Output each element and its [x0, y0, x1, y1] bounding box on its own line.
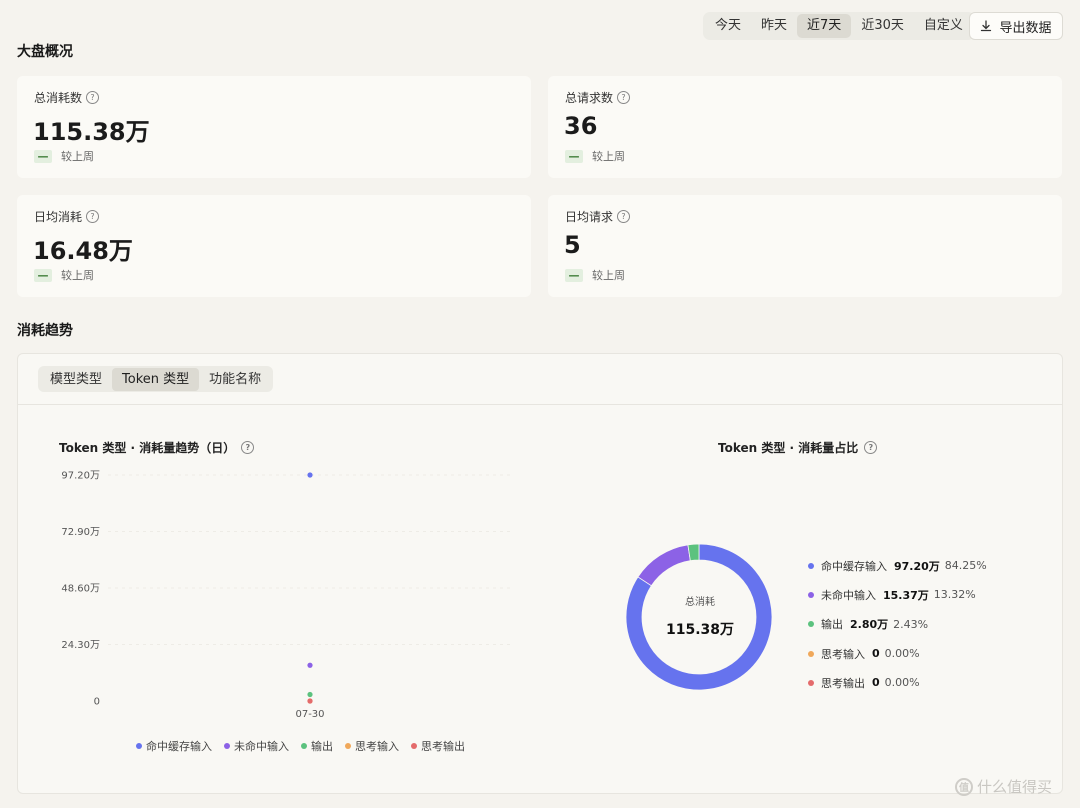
- watermark-logo-icon: 值: [955, 777, 973, 796]
- stat-card-total-requests: 总请求数? 36 — 较上周: [548, 76, 1062, 178]
- share-donut-chart: [625, 543, 773, 691]
- legend-dot-icon: [301, 743, 307, 749]
- legend-item[interactable]: 输出 2.80万 2.43%: [808, 610, 987, 639]
- legend-val: 0: [872, 647, 880, 661]
- legend-val: 97.20万: [894, 559, 940, 573]
- date-range-selector: 今天 昨天 近7天 近30天 自定义: [703, 12, 975, 40]
- legend-name: 未命中输入: [821, 588, 876, 602]
- legend-dot-icon: [808, 621, 814, 628]
- y-tick-label: 48.60万: [61, 584, 100, 595]
- legend-dot-icon: [808, 650, 814, 657]
- share-chart-legend: 命中缓存输入 97.20万 84.25% 未命中输入 15.37万 13.32% 输出 2.8…: [808, 551, 987, 697]
- legend-item[interactable]: 未命中输入: [224, 738, 289, 754]
- range-last-7-days[interactable]: 近7天: [797, 14, 852, 38]
- y-tick-label: 0: [94, 697, 100, 708]
- legend-item[interactable]: 思考输入 0 0.00%: [808, 639, 987, 668]
- legend-val: 2.80万: [850, 618, 889, 632]
- watermark-text: 什么值得买: [977, 778, 1053, 796]
- legend-name: 思考输出: [821, 676, 865, 690]
- share-chart-title-text: Token 类型 · 消耗量占比: [718, 441, 859, 455]
- legend-label: 思考输出: [421, 740, 465, 753]
- donut-center-label: 总消耗: [685, 597, 715, 608]
- legend-item[interactable]: 思考输出 0 0.00%: [808, 668, 987, 697]
- legend-item[interactable]: 命中缓存输入: [136, 738, 212, 754]
- legend-dot-icon: [808, 679, 814, 686]
- range-today[interactable]: 今天: [705, 14, 751, 38]
- donut-slice[interactable]: [687, 543, 700, 562]
- help-icon[interactable]: ?: [864, 441, 878, 454]
- export-data-label: 导出数据: [999, 20, 1052, 36]
- legend-pct: 0.00%: [884, 676, 920, 690]
- data-point[interactable]: [307, 691, 313, 698]
- watermark: 值 什么值得买: [955, 776, 1052, 797]
- legend-name: 思考输入: [821, 647, 865, 661]
- legend-item[interactable]: 未命中输入 15.37万 13.32%: [808, 580, 987, 609]
- range-yesterday[interactable]: 昨天: [751, 14, 797, 38]
- download-icon: [981, 20, 992, 32]
- legend-dot-icon: [345, 743, 351, 749]
- legend-pct: 84.25%: [944, 559, 987, 573]
- legend-item[interactable]: 思考输出: [411, 738, 465, 754]
- trend-scatter-chart: 0 24.30万 48.60万 72.90万 97.20万 07-30: [61, 471, 510, 720]
- range-custom[interactable]: 自定义: [914, 14, 973, 38]
- legend-name: 输出: [821, 618, 843, 632]
- legend-val: 15.37万: [883, 588, 929, 602]
- range-last-30-days[interactable]: 近30天: [851, 14, 914, 38]
- data-point[interactable]: [307, 662, 313, 668]
- legend-name: 命中缓存输入: [821, 559, 887, 573]
- legend-pct: 2.43%: [893, 617, 929, 631]
- legend-pct: 0.00%: [884, 647, 920, 661]
- legend-val: 0: [872, 676, 880, 690]
- legend-label: 命中缓存输入: [146, 740, 212, 753]
- data-point[interactable]: [307, 698, 313, 704]
- legend-item[interactable]: 输出: [301, 738, 333, 754]
- legend-pct: 13.32%: [933, 588, 976, 602]
- stat-card-daily-requests: 日均请求? 5 — 较上周: [548, 195, 1062, 297]
- legend-dot-icon: [808, 562, 814, 569]
- trend-chart-legend: 命中缓存输入 未命中输入 输出 思考输入 思考输出: [136, 738, 465, 754]
- data-point[interactable]: [307, 472, 313, 478]
- share-chart-title: Token 类型 · 消耗量占比 ?: [718, 439, 878, 456]
- legend-label: 输出: [311, 740, 333, 753]
- legend-dot-icon: [136, 743, 142, 749]
- x-tick-label: 07-30: [295, 709, 324, 720]
- legend-item[interactable]: 思考输入: [345, 738, 399, 754]
- y-tick-label: 72.90万: [61, 527, 100, 538]
- legend-label: 未命中输入: [234, 740, 289, 753]
- legend-item[interactable]: 命中缓存输入 97.20万 84.25%: [808, 551, 987, 580]
- y-tick-label: 97.20万: [61, 471, 100, 482]
- donut-slice[interactable]: [637, 544, 691, 587]
- y-tick-label: 24.30万: [61, 640, 100, 651]
- export-data-button[interactable]: 导出数据: [969, 12, 1063, 40]
- legend-dot-icon: [808, 591, 814, 598]
- donut-center-value: 115.38万: [665, 622, 735, 638]
- legend-label: 思考输入: [355, 740, 399, 753]
- legend-dot-icon: [411, 743, 417, 749]
- legend-dot-icon: [224, 743, 230, 749]
